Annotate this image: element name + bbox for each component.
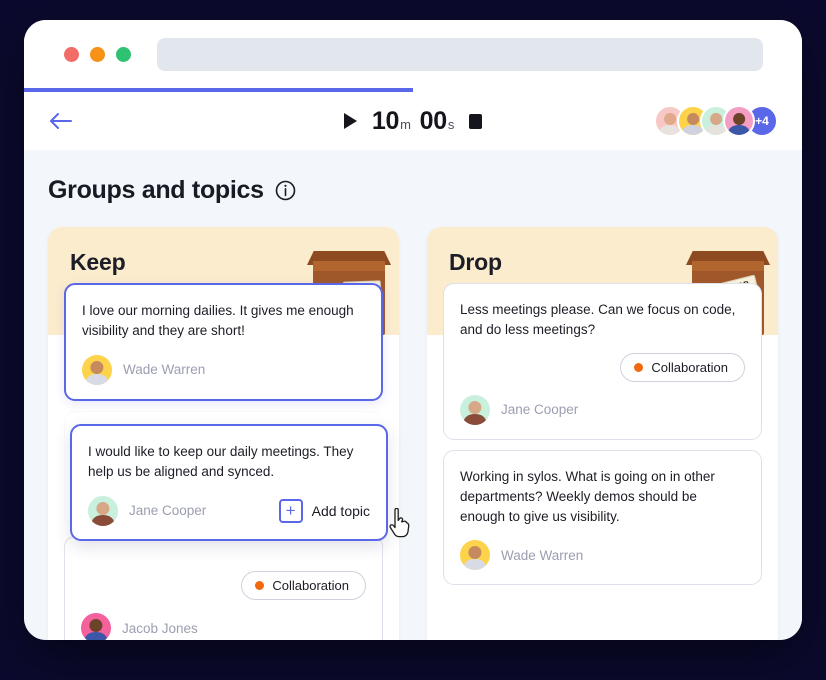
topic-text: Less meetings please. Can we focus on co… [460,302,736,338]
topic-tag[interactable]: Collaboration [241,571,366,600]
topic-card[interactable]: I love our morning dailies. It gives me … [64,283,383,401]
tag-label: Collaboration [272,578,349,593]
topic-author: Jacob Jones [81,613,366,640]
timer-readout: 10 m 00 s [372,107,454,136]
column-drop-cards: Less meetings please. Can we focus on co… [427,283,778,613]
topic-card[interactable]: Collaboration Jacob Jones [64,536,383,640]
page-header: Groups and topics [48,176,778,205]
topic-text: I love our morning dailies. It gives me … [82,303,354,339]
avatar [460,394,490,425]
author-name: Jane Cooper [501,402,579,417]
avatar [460,540,490,571]
page-title: Groups and topics [48,176,264,204]
plus-icon: + [278,498,303,523]
column-drop: Drop Something you want to stop. DROP ✕ … [427,227,778,640]
timer-seconds-unit: s [447,116,455,132]
info-icon[interactable] [275,180,296,201]
topic-card[interactable]: Less meetings please. Can we focus on co… [443,283,762,440]
topic-tag-row: Collaboration [460,352,745,382]
play-icon[interactable] [343,113,357,129]
stop-icon[interactable] [469,113,483,129]
timer-minutes-unit: m [400,116,411,132]
tag-dot-icon [255,581,265,590]
topic-author: Jane Cooper [88,495,207,526]
dragged-topic-card[interactable]: I would like to keep our daily meetings.… [70,424,388,541]
session-toolbar: 10 m 00 s +4 [24,92,802,150]
topic-author: Jane Cooper [460,394,745,425]
address-bar[interactable] [157,37,763,71]
add-topic-label: Add topic [311,502,370,519]
author-name: Jane Cooper [129,503,207,518]
timer-seconds: 00 [419,106,448,135]
topic-author: Wade Warren [460,540,745,571]
back-arrow-icon[interactable] [48,108,74,134]
topic-card[interactable]: Working in sylos. What is going on in ot… [443,449,762,586]
timer-minutes: 10 [371,106,400,135]
tag-label: Collaboration [651,359,728,375]
tag-dot-icon [634,362,644,372]
traffic-lights [64,46,131,62]
topic-tag[interactable]: Collaboration [620,352,745,382]
participant-avatar-stack[interactable]: +4 [654,105,778,137]
page-content: Groups and topics Keep Something you wan… [24,150,802,640]
topic-author: Wade Warren [82,354,365,385]
author-name: Wade Warren [501,547,584,563]
avatar[interactable] [723,105,755,137]
author-name: Wade Warren [123,362,206,377]
minimize-window-button[interactable] [90,46,105,62]
avatar [81,613,111,640]
dragged-card-footer: Jane Cooper + Add topic [88,495,370,526]
author-name: Jacob Jones [122,620,198,636]
avatar [82,354,112,385]
topic-text: I would like to keep our daily meetings.… [88,444,354,480]
avatar [88,495,118,526]
topic-tag-row: Collaboration [81,571,366,600]
maximize-window-button[interactable] [116,46,131,62]
close-window-button[interactable] [64,46,79,62]
add-topic-button[interactable]: + Add topic [278,498,370,523]
browser-chrome [24,20,802,88]
topic-text: Working in sylos. What is going on in ot… [460,468,715,525]
browser-window: 10 m 00 s +4 Groups and topics Keep I lo… [24,20,802,640]
